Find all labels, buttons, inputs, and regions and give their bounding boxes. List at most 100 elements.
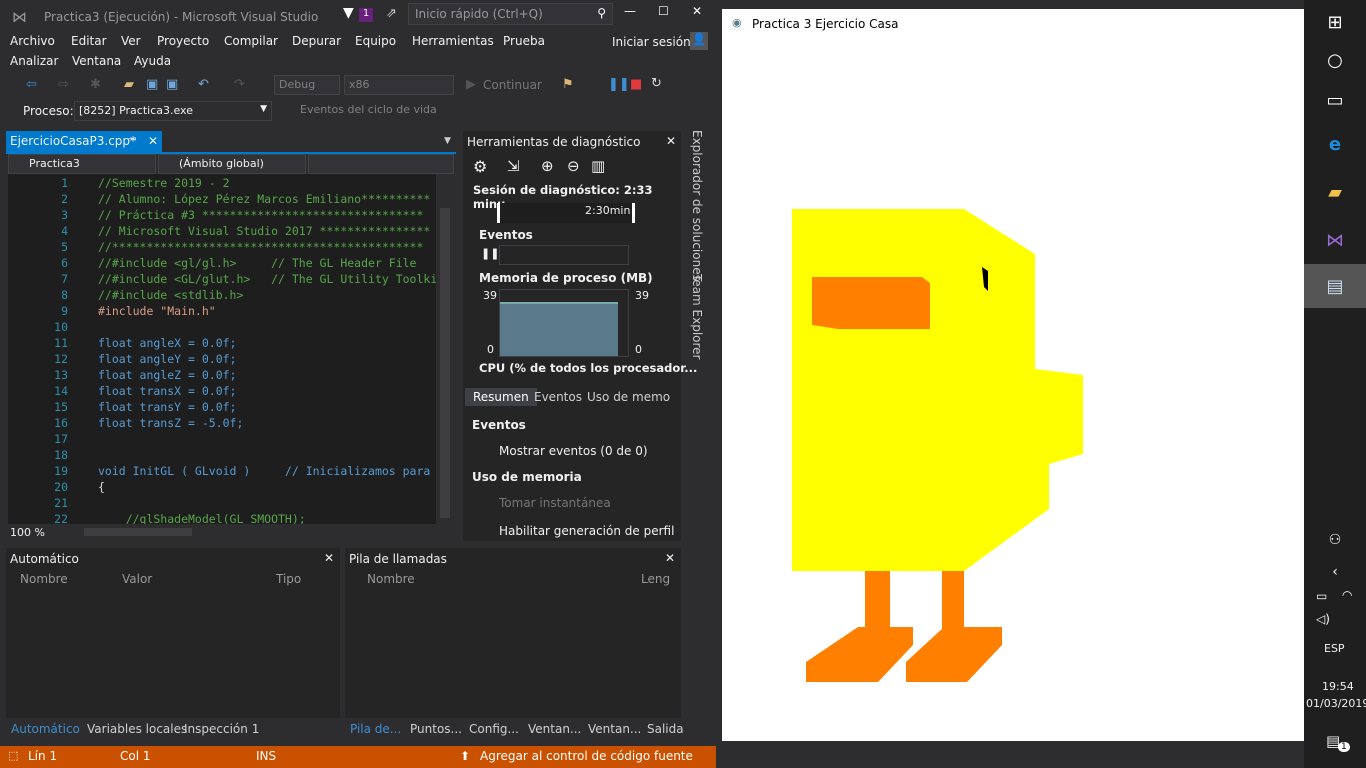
gl-window[interactable] bbox=[722, 39, 1304, 741]
menu-ayuda[interactable]: Ayuda bbox=[134, 54, 171, 68]
tab-variables-locales[interactable]: Variables locales bbox=[87, 722, 187, 736]
project-scope-select[interactable]: Practica3 bbox=[8, 154, 156, 174]
filter-icon[interactable]: ▼ bbox=[343, 5, 354, 21]
wifi-icon[interactable]: ◠ bbox=[1342, 588, 1352, 602]
code-line[interactable]: float transY = 0.0f; bbox=[98, 400, 236, 414]
stop-icon[interactable]: ■ bbox=[630, 77, 642, 92]
menu-equipo[interactable]: Equipo bbox=[355, 34, 396, 48]
code-line[interactable]: // Alumno: López Pérez Marcos Emiliano**… bbox=[98, 192, 430, 206]
tab-overflow-icon[interactable]: ▼ bbox=[444, 136, 451, 146]
task-view-icon[interactable]: ▭ bbox=[1304, 78, 1366, 122]
editor-vertical-scrollbar[interactable] bbox=[436, 174, 454, 524]
notification-badge[interactable]: 1 bbox=[359, 8, 373, 22]
tab-automatico[interactable]: Automático bbox=[11, 722, 80, 736]
code-line[interactable]: //#include <gl/gl.h> // The GL Header Fi… bbox=[98, 256, 417, 270]
menu-depurar[interactable]: Depurar bbox=[292, 34, 341, 48]
clock-time[interactable]: 19:54 bbox=[1322, 680, 1354, 693]
close-button[interactable]: ✕ bbox=[692, 4, 702, 18]
menu-compilar[interactable]: Compilar bbox=[224, 34, 278, 48]
col-tipo[interactable]: Tipo bbox=[276, 572, 301, 586]
code-line[interactable]: float transZ = -5.0f; bbox=[98, 416, 243, 430]
process-select[interactable]: [8252] Practica3.exe ▼ bbox=[74, 101, 272, 121]
save-icon[interactable]: ▣ bbox=[146, 77, 158, 92]
maximize-button[interactable]: ☐ bbox=[658, 4, 669, 18]
snapshot-button[interactable]: Tomar instantánea bbox=[499, 496, 611, 510]
code-line[interactable]: //#include <stdlib.h> bbox=[98, 288, 243, 302]
gl-app-taskbar-icon[interactable]: ▤ bbox=[1304, 264, 1366, 308]
clock-date[interactable]: 01/03/2019 bbox=[1306, 697, 1366, 710]
menu-prueba[interactable]: Prueba bbox=[503, 34, 545, 48]
settings-icon[interactable]: ⚙ bbox=[473, 157, 487, 176]
forward-icon[interactable]: ⇨ bbox=[58, 77, 69, 92]
code-editor[interactable]: 1 //Semestre 2019 - 2 2 // Alumno: López Pé… bbox=[8, 174, 454, 524]
diag-tab-eventos[interactable]: Eventos bbox=[534, 390, 582, 404]
diag-tab-memoria[interactable]: Uso de memo bbox=[587, 390, 670, 404]
battery-icon[interactable]: ▭ bbox=[1316, 589, 1327, 603]
stack-col-lenguaje[interactable]: Leng bbox=[641, 572, 670, 586]
zoom-level[interactable]: 100 % bbox=[10, 526, 45, 539]
undo-icon[interactable]: ↶ bbox=[198, 77, 209, 92]
volume-icon[interactable]: ◁) bbox=[1316, 612, 1330, 626]
code-line[interactable]: //glShadeModel(GL_SMOOTH); bbox=[98, 512, 306, 524]
code-line[interactable]: // Práctica #3 *************************… bbox=[98, 208, 423, 222]
scrollbar-thumb[interactable] bbox=[440, 208, 450, 518]
code-line[interactable]: float angleY = 0.0f; bbox=[98, 352, 236, 366]
panel-close-icon[interactable]: ✕ bbox=[666, 134, 676, 148]
stack-col-nombre[interactable]: Nombre bbox=[367, 572, 415, 586]
menu-ventana[interactable]: Ventana bbox=[72, 54, 121, 68]
redo-icon[interactable]: ↷ bbox=[234, 77, 245, 92]
menu-herramientas[interactable]: Herramientas bbox=[412, 34, 494, 48]
global-scope-select[interactable]: (Ámbito global) bbox=[158, 154, 306, 174]
editor-horizontal-scrollbar[interactable] bbox=[84, 528, 192, 536]
col-nombre[interactable]: Nombre bbox=[20, 572, 68, 586]
minimize-button[interactable]: — bbox=[624, 4, 636, 18]
open-icon[interactable]: ▰ bbox=[124, 77, 134, 92]
menu-analizar[interactable]: Analizar bbox=[10, 54, 58, 68]
tab-ventana1[interactable]: Ventan... bbox=[528, 722, 581, 736]
show-hidden-icons[interactable]: ‹ bbox=[1304, 550, 1366, 594]
tab-salida[interactable]: Salida bbox=[647, 722, 684, 736]
code-line[interactable]: float angleX = 0.0f; bbox=[98, 336, 236, 350]
visual-studio-icon[interactable]: ⋈ bbox=[1304, 218, 1366, 262]
export-icon[interactable]: ⇲ bbox=[507, 157, 520, 175]
find-icon[interactable]: ⚑ bbox=[562, 77, 574, 92]
continue-button[interactable]: Continuar bbox=[483, 78, 542, 92]
signin-link[interactable]: Iniciar sesión bbox=[612, 35, 691, 49]
zoom-out-icon[interactable]: ⊖ bbox=[567, 157, 580, 175]
autos-close-icon[interactable]: ✕ bbox=[324, 551, 334, 565]
new-project-icon[interactable]: ✱ bbox=[90, 77, 101, 92]
menu-proyecto[interactable]: Proyecto bbox=[157, 34, 209, 48]
side-tab-team-explorer[interactable]: Team Explorer bbox=[690, 274, 704, 360]
pause-icon[interactable]: ❚❚ bbox=[608, 77, 630, 92]
tab-ventana2[interactable]: Ventan... bbox=[588, 722, 641, 736]
code-line[interactable]: { bbox=[98, 480, 105, 494]
config-select[interactable]: Debug bbox=[274, 75, 340, 95]
call-stack-close-icon[interactable]: ✕ bbox=[665, 551, 675, 565]
diag-tab-resumen[interactable]: Resumen bbox=[465, 388, 537, 406]
zoom-in-icon[interactable]: ⊕ bbox=[541, 157, 554, 175]
tab-inspeccion[interactable]: Inspección 1 bbox=[184, 722, 259, 736]
menu-editar[interactable]: Editar bbox=[71, 34, 107, 48]
profiling-button[interactable]: Habilitar generación de perfil bbox=[499, 524, 674, 538]
code-line[interactable]: float angleZ = 0.0f; bbox=[98, 368, 236, 382]
platform-select[interactable]: x86 bbox=[344, 75, 454, 95]
member-select[interactable] bbox=[308, 154, 454, 174]
show-events-link[interactable]: Mostrar eventos (0 de 0) bbox=[499, 444, 648, 458]
menu-ver[interactable]: Ver bbox=[121, 34, 141, 48]
pin-icon[interactable]: ⊸ bbox=[128, 134, 136, 145]
menu-archivo[interactable]: Archivo bbox=[10, 34, 55, 48]
lifecycle-events-select[interactable]: Eventos del ciclo de vida bbox=[280, 101, 448, 121]
col-valor[interactable]: Valor bbox=[122, 572, 152, 586]
code-line[interactable]: //**************************************… bbox=[98, 240, 423, 254]
source-control-button[interactable]: Agregar al control de código fuente bbox=[480, 749, 693, 763]
language-indicator[interactable]: ESP bbox=[1324, 642, 1345, 655]
code-line[interactable]: void InitGL ( GLvoid ) // Inicializamos … bbox=[98, 464, 430, 478]
save-all-icon[interactable]: ▣ bbox=[166, 77, 178, 92]
back-icon[interactable]: ⇦ bbox=[26, 77, 37, 92]
restart-icon[interactable]: ↻ bbox=[651, 76, 662, 91]
editor-tab[interactable]: EjercicioCasaP3.cpp* ⊸ ✕ bbox=[6, 131, 162, 152]
close-tab-icon[interactable]: ✕ bbox=[148, 134, 158, 148]
edge-icon[interactable]: e bbox=[1304, 122, 1366, 166]
code-line[interactable]: //Semestre 2019 - 2 bbox=[98, 176, 230, 190]
chart-icon[interactable]: ▥ bbox=[591, 157, 605, 175]
